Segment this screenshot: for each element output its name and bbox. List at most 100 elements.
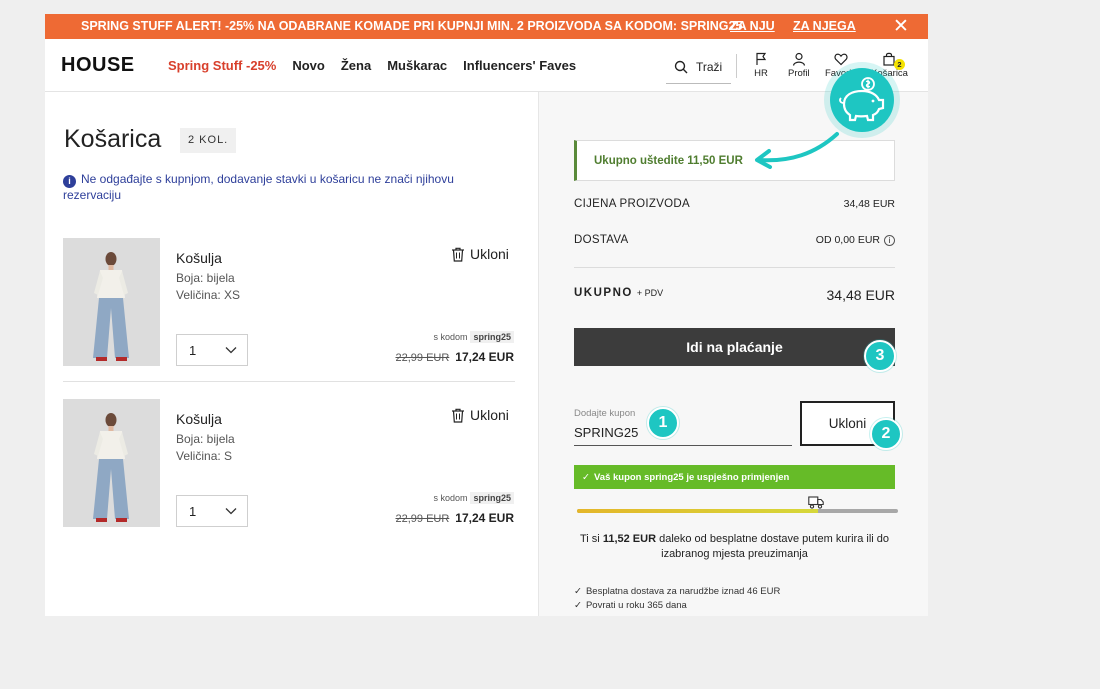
free-shipping-progress (577, 509, 898, 513)
step-badge-3: 3 (864, 340, 896, 372)
search-box[interactable] (666, 50, 731, 84)
trash-icon (452, 247, 464, 262)
shipping-msg-prefix: Ti si (579, 533, 600, 545)
logo[interactable]: HOUSE (61, 54, 135, 77)
progress-fill (577, 509, 818, 513)
total-value: 34,48 EUR (826, 287, 895, 303)
delivery-value: OD 0,00 EUR (815, 234, 880, 246)
delivery-label: DOSTAVA (574, 234, 629, 246)
remove-item-button[interactable]: Ukloni (451, 246, 509, 262)
promo-link-her[interactable]: ZA NJU (730, 19, 775, 33)
code-prefix: s kodom (433, 493, 468, 503)
promo-text: SPRING STUFF ALERT! -25% NA ODABRANE KOM… (81, 19, 743, 33)
remove-item-button[interactable]: Ukloni (451, 407, 509, 423)
piggy-bank-icon (839, 77, 885, 122)
product-size: Veličina: XS (176, 288, 241, 302)
truck-icon (808, 496, 824, 509)
cart-item: Košulja Boja: bijela Veličina: S Ukloni … (63, 399, 515, 543)
shipping-msg-amount: 11,52 EUR (602, 533, 657, 545)
model-photo (63, 399, 160, 527)
benefit-item: ✓ Besplatna dostava za narudžbe iznad 46 … (574, 586, 780, 597)
benefit-item: ✓ Povrati u roku 365 dana (574, 600, 687, 611)
search-input[interactable] (696, 59, 730, 74)
new-price: 17,24 EUR (455, 511, 514, 525)
step-badge-1: 1 (647, 407, 679, 439)
cart-items-section: Košarica 2 KOL. i Ne odgađajte s kupnjom,… (45, 92, 538, 616)
discount-code: spring25 (470, 331, 514, 343)
checkout-button[interactable]: Idi na plaćanje (574, 328, 895, 366)
product-price-value: 34,48 EUR (843, 198, 895, 210)
total-label-group: UKUPNO + PDV (574, 287, 663, 303)
old-price: 22,99 EUR (395, 352, 450, 364)
product-name[interactable]: Košulja (176, 411, 222, 427)
total-label: UKUPNO (574, 287, 633, 299)
divider (574, 267, 895, 268)
discount-code-line: s kodom spring25 (433, 492, 514, 504)
discount-code: spring25 (470, 492, 514, 504)
shipping-msg-rest: daleko od besplatne dostave putem kurira… (659, 533, 889, 560)
nav-item-spring-stuff[interactable]: Spring Stuff -25% (168, 58, 276, 73)
nav-item-muskarac[interactable]: Muškarac (387, 58, 447, 73)
language-label: HR (754, 68, 768, 79)
chevron-down-icon (225, 347, 237, 354)
profile-button[interactable]: Profil (788, 52, 810, 79)
code-prefix: s kodom (433, 332, 468, 342)
check-icon: ✓ (574, 586, 582, 597)
coupon-input[interactable] (574, 420, 792, 446)
coupon-label: Dodajte kupon (574, 408, 636, 419)
header-divider (736, 54, 737, 78)
coupon-success-banner: ✓ Vaš kupon spring25 je uspješno primjenj… (574, 465, 895, 489)
site-header: HOUSE Spring Stuff -25% Novo Žena Muškar… (45, 39, 928, 92)
discount-code-line: s kodom spring25 (433, 331, 514, 343)
product-price-label: CIJENA PROIZVODA (574, 198, 690, 210)
user-icon (792, 52, 805, 66)
benefit-text: Povrati u roku 365 dana (585, 600, 687, 611)
info-icon: i (63, 175, 76, 188)
total-row: UKUPNO + PDV 34,48 EUR (574, 287, 895, 303)
product-name[interactable]: Košulja (176, 250, 222, 266)
close-icon[interactable]: ✕ (893, 15, 909, 38)
page-title: Košarica (64, 125, 162, 153)
quantity-select[interactable]: 1 (176, 495, 248, 527)
nav-item-influencers-faves[interactable]: Influencers' Faves (463, 58, 576, 73)
savings-text: Ukupno uštedite 11,50 EUR (594, 155, 743, 167)
search-icon (674, 60, 688, 73)
remove-label: Ukloni (470, 246, 509, 262)
flag-icon (756, 52, 767, 65)
product-size: Veličina: S (176, 449, 233, 463)
cart-count-badge: 2 (894, 59, 905, 70)
heart-icon (834, 53, 848, 66)
nav-item-zena[interactable]: Žena (341, 58, 371, 73)
new-price: 17,24 EUR (455, 350, 514, 364)
cart-count-label: 2 KOL. (180, 128, 237, 153)
check-icon: ✓ (582, 471, 590, 483)
product-image[interactable] (63, 238, 160, 366)
coupon-success-text: Vaš kupon spring25 je uspješno primjenje… (593, 471, 790, 483)
shipping-message: Ti si 11,52 EUR daleko od besplatne dost… (574, 532, 895, 562)
quantity-select[interactable]: 1 (176, 334, 248, 366)
remove-label: Ukloni (470, 407, 509, 423)
price-group: 22,99 EUR 17,24 EUR (395, 350, 514, 364)
arrow-icon (755, 132, 839, 169)
model-photo (63, 238, 160, 366)
nav-item-novo[interactable]: Novo (292, 58, 325, 73)
reservation-notice: i Ne odgađajte s kupnjom, dodavanje stavk… (63, 172, 503, 203)
info-icon[interactable]: i (884, 235, 895, 246)
step-badge-2: 2 (870, 418, 902, 450)
benefit-text: Besplatna dostava za narudžbe iznad 46 E… (585, 586, 781, 597)
promo-link-him[interactable]: ZA NJEGA (793, 19, 856, 33)
chevron-down-icon (225, 508, 237, 515)
product-image[interactable] (63, 399, 160, 527)
old-price: 22,99 EUR (395, 513, 450, 525)
language-button[interactable]: HR (754, 52, 768, 79)
promo-banner: SPRING STUFF ALERT! -25% NA ODABRANE KOM… (45, 14, 928, 39)
product-price-row: CIJENA PROIZVODA 34,48 EUR (574, 198, 895, 210)
product-color: Boja: bijela (176, 271, 235, 285)
savings-box: Ukupno uštedite 11,50 EUR (574, 140, 895, 181)
delivery-value-group: OD 0,00 EUR i (816, 234, 895, 246)
notice-text: Ne odgađajte s kupnjom, dodavanje stavki… (63, 172, 454, 202)
main-nav: Spring Stuff -25% Novo Žena Muškarac Inf… (168, 58, 592, 73)
piggy-bank-circle (830, 68, 894, 132)
delivery-row: DOSTAVA OD 0,00 EUR i (574, 234, 895, 246)
trash-icon (452, 408, 464, 423)
